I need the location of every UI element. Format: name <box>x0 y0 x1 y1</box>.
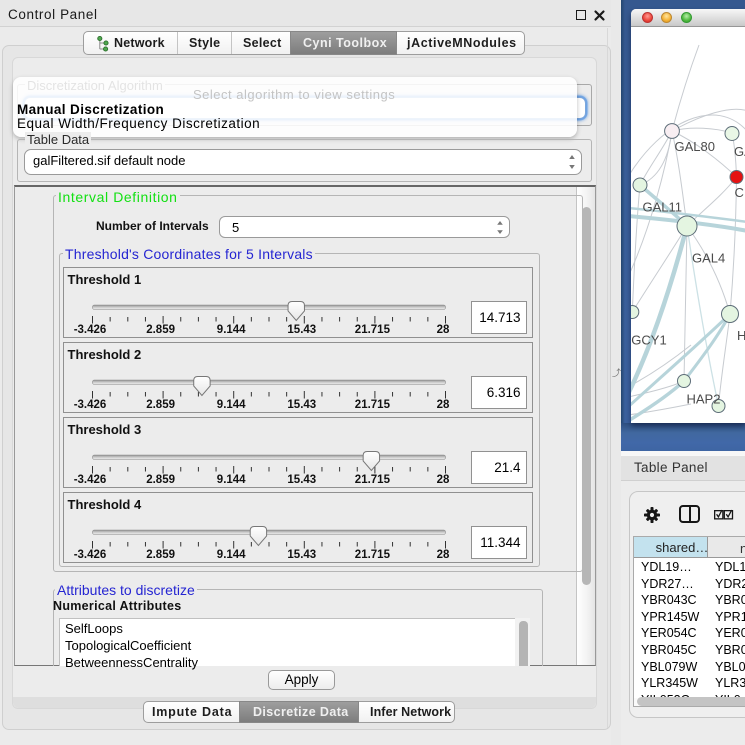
svg-text:GAL4: GAL4 <box>692 251 725 266</box>
svg-text:GCY1: GCY1 <box>631 333 666 348</box>
svg-text:GA: GA <box>734 144 745 159</box>
svg-text:H: H <box>737 328 745 343</box>
svg-text:GAL80: GAL80 <box>675 139 715 154</box>
svg-text:HAP2: HAP2 <box>687 392 721 407</box>
svg-text:C: C <box>735 185 744 200</box>
svg-text:GAL11: GAL11 <box>643 200 683 215</box>
